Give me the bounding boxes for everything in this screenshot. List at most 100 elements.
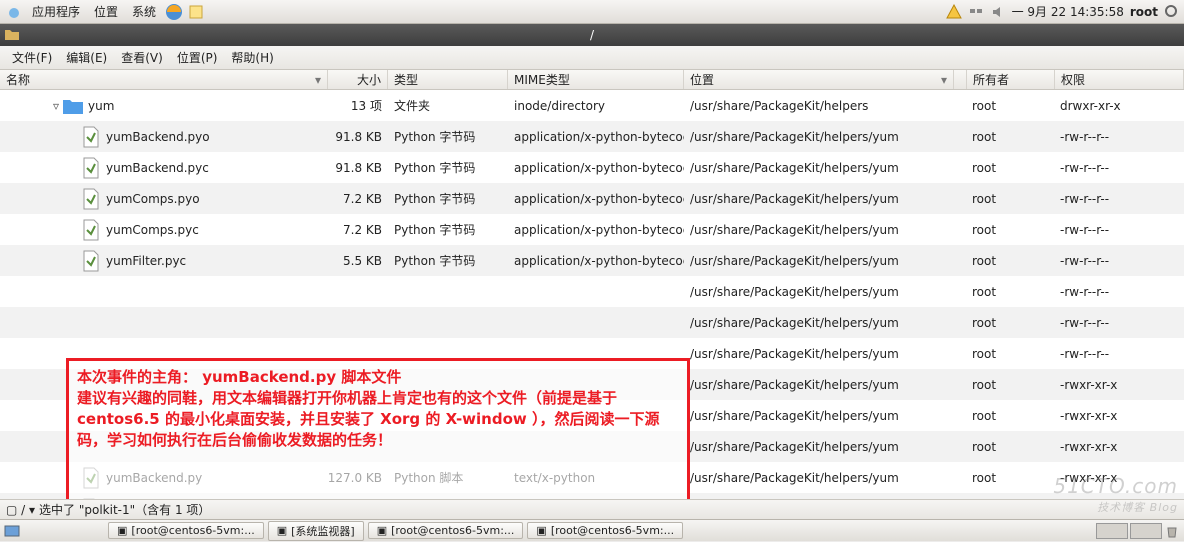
header-mime[interactable]: MIME类型 — [508, 70, 684, 89]
menu-file[interactable]: 文件(F) — [6, 47, 58, 68]
cell-mime: application/x-python-bytecoc — [508, 183, 684, 214]
cell-owner: root — [966, 431, 1054, 462]
cell-owner: root — [966, 121, 1054, 152]
cell-perm: -rw-r--r-- — [1054, 338, 1184, 369]
taskbar-item[interactable]: ▣[系统监视器] — [268, 521, 364, 541]
cell-size — [328, 307, 388, 338]
menu-view[interactable]: 查看(V) — [115, 47, 169, 68]
menu-edit[interactable]: 编辑(E) — [60, 47, 113, 68]
network-icon[interactable] — [968, 4, 984, 20]
table-row[interactable]: yumFilter.pyc5.5 KBPython 字节码application… — [0, 245, 1184, 276]
clock[interactable]: 一 9月 22 14:35:58 — [1012, 3, 1124, 20]
watermark: 51CTO.com 技术博客 Blog — [1053, 474, 1178, 515]
script-file-icon — [80, 126, 102, 148]
firefox-icon[interactable] — [164, 2, 184, 22]
cell-perm: -rw-r--r-- — [1054, 121, 1184, 152]
user-label[interactable]: root — [1130, 5, 1158, 19]
cell-mime — [508, 276, 684, 307]
file-name: yumComps.pyc — [106, 223, 199, 237]
column-headers: 名称▾ 大小 类型 MIME类型 位置▾ 所有者 权限 — [0, 70, 1184, 90]
workspace-switcher[interactable] — [1130, 523, 1162, 539]
cell-size: 13 项 — [328, 90, 388, 121]
header-size[interactable]: 大小 — [328, 70, 388, 89]
menu-help[interactable]: 帮助(H) — [225, 47, 279, 68]
cell-type: Python 字节码 — [388, 214, 508, 245]
workspace-switcher[interactable] — [1096, 523, 1128, 539]
cell-size: 91.8 KB — [328, 152, 388, 183]
cell-loc: /usr/share/PackageKit/helpers/yum — [684, 245, 954, 276]
warning-icon[interactable] — [946, 4, 962, 20]
file-name: yumComps.pyo — [106, 192, 200, 206]
cell-loc: /usr/share/PackageKit/helpers/yum — [684, 276, 954, 307]
cell-loc: /usr/share/PackageKit/helpers/yum — [684, 152, 954, 183]
cell-size: 91.8 KB — [328, 121, 388, 152]
header-perm[interactable]: 权限 — [1055, 70, 1184, 89]
menu-system[interactable]: 系统 — [126, 1, 162, 22]
folder-icon — [4, 27, 20, 44]
cell-owner: root — [966, 462, 1054, 493]
cell-mime — [508, 307, 684, 338]
taskbar-item[interactable]: ▣[root@centos6-5vm:... — [108, 522, 264, 539]
header-type[interactable]: 类型 — [388, 70, 508, 89]
table-row[interactable]: yumComps.pyc 7.2 KBPython 字节码application/… — [0, 214, 1184, 245]
sort-indicator-icon: ▾ — [941, 73, 947, 87]
cell-mime: application/x-python-bytecoc — [508, 245, 684, 276]
annotation-box: 本次事件的主角： yumBackend.py 脚本文件 建议有兴趣的同鞋，用文本… — [66, 358, 690, 506]
cell-mime: application/x-python-bytecoc — [508, 152, 684, 183]
taskbar-item[interactable]: ▣[root@centos6-5vm:... — [368, 522, 524, 539]
file-name: yumBackend.pyo — [106, 130, 210, 144]
script-file-icon — [80, 188, 102, 210]
cell-perm: -rw-r--r-- — [1054, 152, 1184, 183]
status-text: 选中了 "polkit-1"（含有 1 项） — [39, 501, 210, 518]
cell-type: Python 字节码 — [388, 152, 508, 183]
annotation-text: 本次事件的主角： yumBackend.py 脚本文件 — [77, 367, 679, 388]
notes-icon[interactable] — [186, 2, 206, 22]
table-row[interactable]: ▿ yum 13 项 文件夹 inode/directory /usr/shar… — [0, 90, 1184, 121]
cell-loc: /usr/share/PackageKit/helpers/yum — [684, 462, 954, 493]
cell-owner: root — [966, 152, 1054, 183]
table-row[interactable]: /usr/share/PackageKit/helpers/yumroot-rw… — [0, 307, 1184, 338]
cell-mime: application/x-python-bytecoc — [508, 214, 684, 245]
cell-perm: -rw-r--r-- — [1054, 307, 1184, 338]
sound-icon[interactable] — [990, 4, 1006, 20]
table-row[interactable]: yumBackend.pyo91.8 KBPython 字节码applicati… — [0, 121, 1184, 152]
cell-owner: root — [966, 338, 1054, 369]
header-location[interactable]: 位置▾ — [684, 70, 954, 89]
cell-loc: /usr/share/PackageKit/helpers — [684, 90, 954, 121]
show-desktop-icon[interactable] — [4, 523, 20, 539]
cell-owner: root — [966, 307, 1054, 338]
sort-indicator-icon: ▾ — [315, 73, 321, 87]
table-row[interactable]: yumComps.pyo 7.2 KBPython 字节码application/… — [0, 183, 1184, 214]
menu-places2[interactable]: 位置(P) — [171, 47, 224, 68]
menu-places[interactable]: 位置 — [88, 1, 124, 22]
terminal-icon: ▣ — [536, 524, 546, 537]
script-file-icon — [80, 250, 102, 272]
cell-loc: /usr/share/PackageKit/helpers/yum — [684, 183, 954, 214]
cell-owner: root — [966, 369, 1054, 400]
table-row[interactable]: /usr/share/PackageKit/helpers/yumroot-rw… — [0, 276, 1184, 307]
cell-owner: root — [966, 90, 1054, 121]
table-row[interactable]: yumBackend.pyc91.8 KBPython 字节码applicati… — [0, 152, 1184, 183]
cell-type: 文件夹 — [388, 90, 508, 121]
tree-expander-icon[interactable]: ▿ — [50, 99, 62, 113]
menu-applications[interactable]: 应用程序 — [26, 1, 86, 22]
file-list: ▿ yum 13 项 文件夹 inode/directory /usr/shar… — [0, 90, 1184, 520]
cell-type: Python 字节码 — [388, 183, 508, 214]
trash-icon[interactable] — [1164, 523, 1180, 539]
cell-perm: drwxr-xr-x — [1054, 90, 1184, 121]
annotation-text: 建议有兴趣的同鞋，用文本编辑器打开你机器上肯定也有的这个文件（前提是基于 cen… — [77, 388, 679, 451]
cell-type: Python 字节码 — [388, 121, 508, 152]
cell-size: 7.2 KB — [328, 214, 388, 245]
window-titlebar[interactable]: / — [0, 24, 1184, 46]
header-owner[interactable]: 所有者 — [967, 70, 1055, 89]
power-icon[interactable] — [1164, 4, 1180, 20]
cell-owner: root — [966, 245, 1054, 276]
status-left-icon[interactable]: ▢ / ▾ — [6, 503, 35, 517]
cloud-icon — [4, 2, 24, 22]
header-name[interactable]: 名称▾ — [0, 70, 328, 89]
folder-icon — [62, 95, 84, 117]
cell-owner: root — [966, 276, 1054, 307]
taskbar-item[interactable]: ▣[root@centos6-5vm:... — [527, 522, 683, 539]
cell-size: 7.2 KB — [328, 183, 388, 214]
cell-perm: -rwxr-xr-x — [1054, 400, 1184, 431]
